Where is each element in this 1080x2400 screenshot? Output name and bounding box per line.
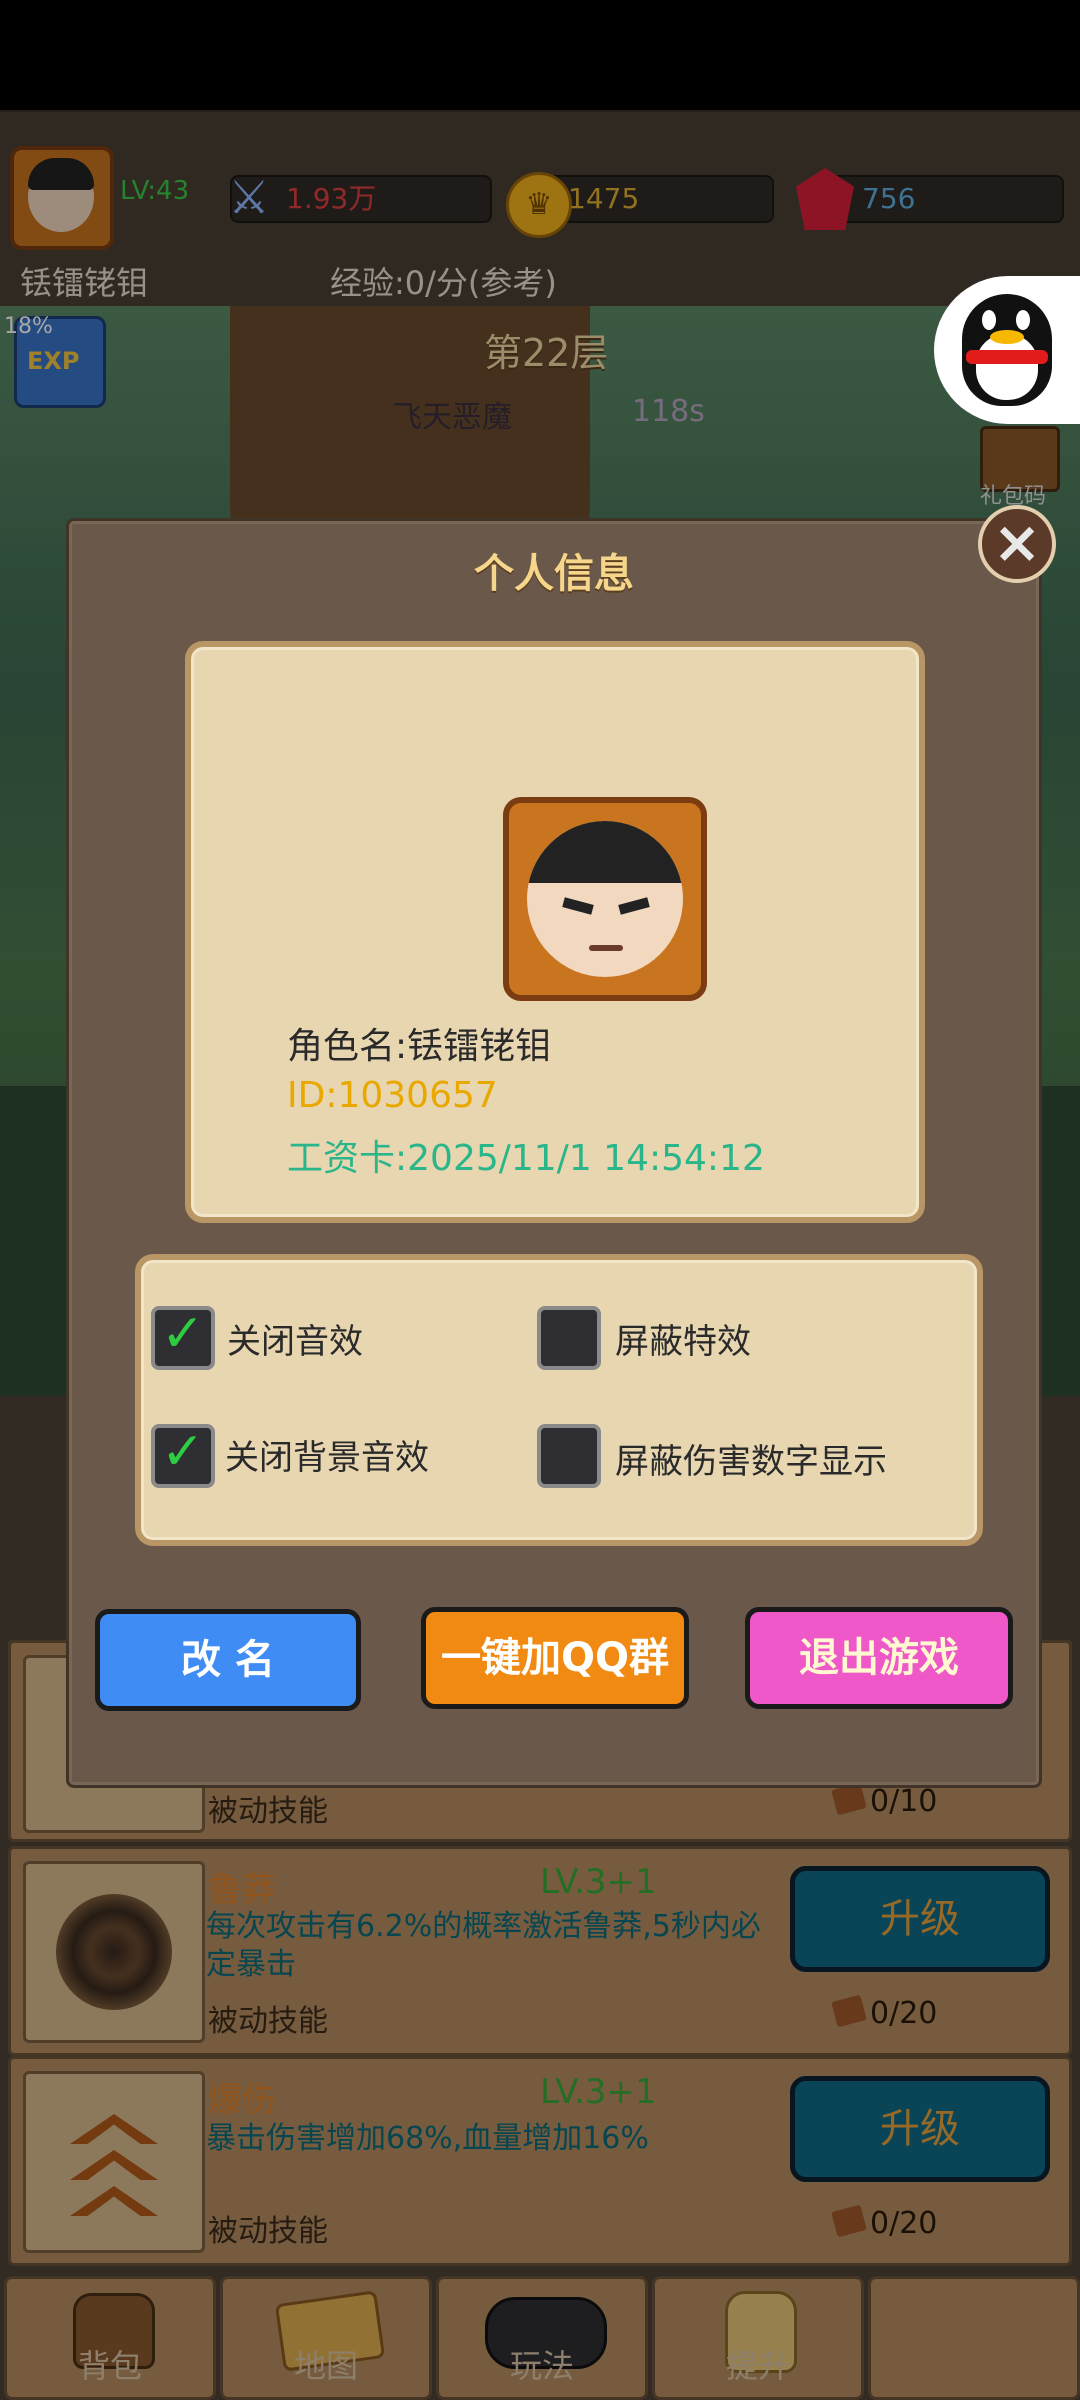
- role-name: 角色名:铥镭铑钼: [287, 1026, 552, 1067]
- qq-penguin-icon: [962, 294, 1052, 406]
- hide-effects-label: 屏蔽特效: [615, 1322, 751, 1362]
- salary-card: 工资卡:2025/11/1 14:54:12: [287, 1138, 765, 1179]
- mute-bgm-checkbox[interactable]: ✓: [151, 1424, 215, 1488]
- hide-damage-numbers-checkbox[interactable]: [537, 1424, 601, 1488]
- avatar-face: [527, 821, 683, 977]
- join-qq-group-button[interactable]: 一键加QQ群: [421, 1607, 689, 1709]
- profile-dialog: 个人信息 角色名:铥镭铑钼 ID:1030657 工资卡:2025/11/1 1…: [66, 518, 1042, 1788]
- hide-effects-checkbox[interactable]: [537, 1306, 601, 1370]
- checkmark-icon: ✓: [161, 1422, 205, 1482]
- dialog-title: 个人信息: [474, 551, 634, 597]
- checkmark-icon: ✓: [161, 1304, 205, 1364]
- mute-sfx-label: 关闭音效: [227, 1322, 363, 1362]
- close-dialog-button[interactable]: ×: [978, 505, 1056, 583]
- mute-bgm-label: 关闭背景音效: [225, 1438, 429, 1478]
- qq-penguin-button[interactable]: [934, 276, 1080, 424]
- quit-game-button[interactable]: 退出游戏: [745, 1607, 1013, 1709]
- close-icon: ×: [992, 508, 1042, 576]
- rename-button[interactable]: 改 名: [95, 1609, 361, 1711]
- settings-panel: ✓ 关闭音效 屏蔽特效 ✓ 关闭背景音效 屏蔽伤害数字显示: [135, 1254, 983, 1546]
- mute-sfx-checkbox[interactable]: ✓: [151, 1306, 215, 1370]
- hide-damage-numbers-label: 屏蔽伤害数字显示: [615, 1442, 887, 1482]
- profile-info-panel: 角色名:铥镭铑钼 ID:1030657 工资卡:2025/11/1 14:54:…: [185, 641, 925, 1223]
- player-id: ID:1030657: [287, 1075, 498, 1116]
- profile-avatar[interactable]: [503, 797, 707, 1001]
